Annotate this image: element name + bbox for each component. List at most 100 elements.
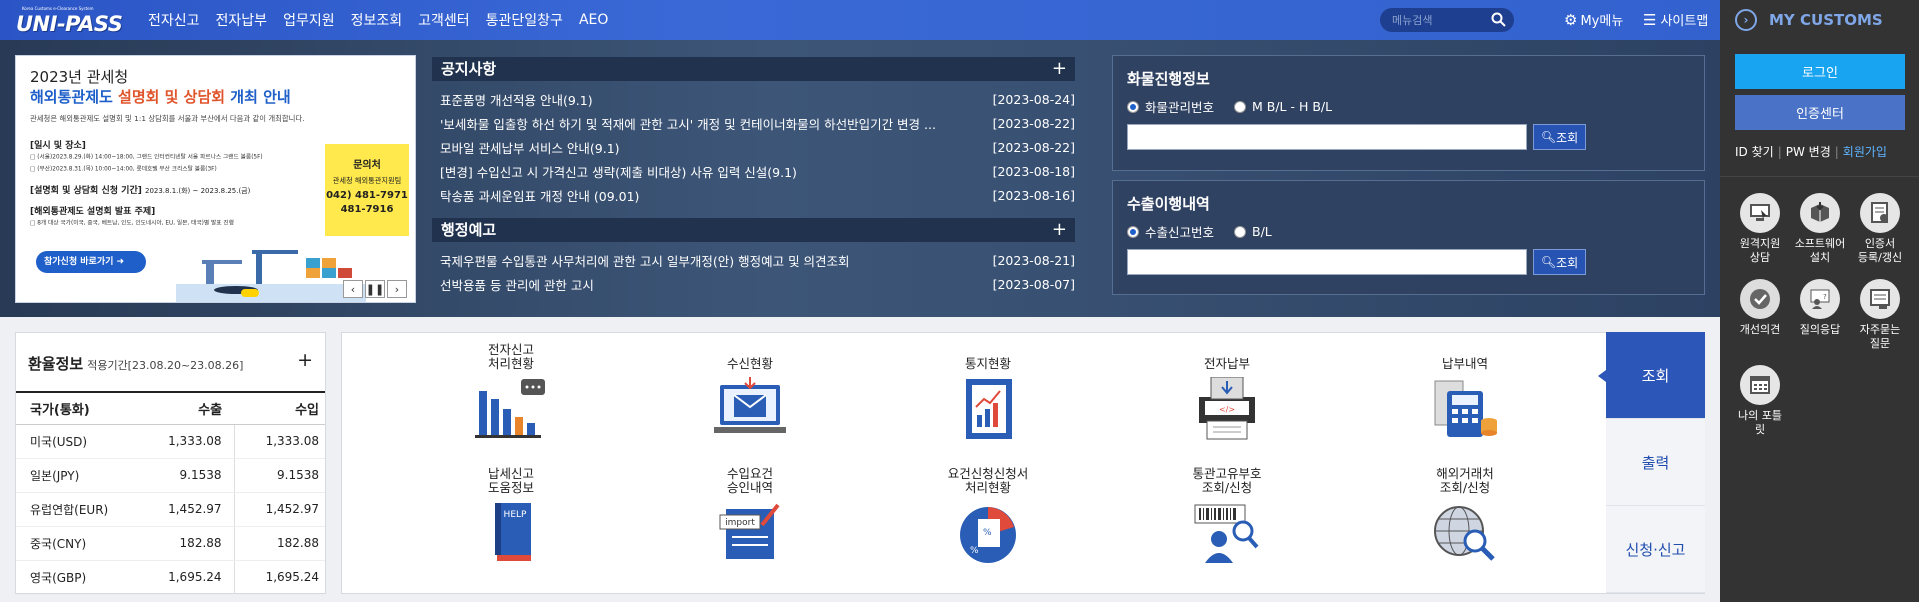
quick-faq[interactable]: 자주묻는 질문 xyxy=(1849,279,1911,351)
my-customs-toggle[interactable]: › MY CUSTOMS xyxy=(1735,9,1883,31)
banner-section-schedule: [일시 및 장소] xyxy=(30,141,86,151)
join-link[interactable]: 회원가입 xyxy=(1843,145,1887,159)
service-label: 전자신고 처리현황 xyxy=(487,342,534,371)
service-e-payment[interactable]: 전자납부 </> xyxy=(1152,343,1302,441)
service-tabs: 조회 출력 신청·신고 xyxy=(1598,332,1705,594)
login-button[interactable]: 로그인 xyxy=(1735,54,1905,89)
nav-item-e-declaration[interactable]: 전자신고 xyxy=(148,10,200,30)
radio-export-bl[interactable] xyxy=(1234,225,1247,238)
radio-export-number[interactable] xyxy=(1127,225,1139,238)
banner-topics-line: □ 8개 대상 국가(미국, 중국, 베트남, 인도, 인도네시아, EU, 일… xyxy=(30,219,234,227)
notice-item[interactable]: 탁송품 과세운임표 개정 안내 (09.01) [2023-08-16] xyxy=(432,183,1075,207)
exchange-rate-title: 환율정보 적용기간[23.08.20~23.08.26] xyxy=(28,355,244,373)
quick-suggestion[interactable]: 개선의견 xyxy=(1729,279,1791,337)
my-customs-title: MY CUSTOMS xyxy=(1769,11,1883,29)
service-payment-history[interactable]: 납부내역 xyxy=(1390,343,1540,441)
banner-schedule-busan: □ (부산)2023.8.31.(목) 10:00~14:00, 롯데호텔 부산… xyxy=(30,165,217,173)
quick-cert-register[interactable]: 인증서 등록/갱신 xyxy=(1849,193,1911,265)
banner-schedule-seoul: □ (서울)2023.8.29.(화) 14:00~18:00, 그랜드 인터컨… xyxy=(30,153,263,161)
banner-contact-org: 관세청 해외통관지원팀 xyxy=(332,176,402,185)
quick-qna[interactable]: ? 질의응답 xyxy=(1789,279,1851,337)
nav-item-single-window[interactable]: 통관단일창구 xyxy=(486,10,563,30)
export-number-input[interactable] xyxy=(1127,249,1527,275)
notice-item[interactable]: [변경] 수입신고 시 가격신고 생략(제출 비대상) 사유 입력 신설(9.1… xyxy=(432,159,1075,183)
column-header: 수입 xyxy=(234,391,325,425)
notice-item[interactable]: 표준품명 개선적용 안내(9.1) [2023-08-24] xyxy=(432,87,1075,111)
tab-lookup[interactable]: 조회 xyxy=(1598,332,1705,419)
service-receipt-status[interactable]: 수신현황 xyxy=(675,343,825,441)
id-find-link[interactable]: ID 찾기 xyxy=(1735,145,1774,159)
next-slide-icon[interactable]: › xyxy=(387,280,407,298)
quick-my-portlet[interactable]: 나의 포틀 릿 xyxy=(1729,365,1791,437)
service-e-declaration-status[interactable]: 전자신고 처리현황 xyxy=(436,343,586,441)
table-row: 일본(JPY) 9.1538 9.1538 xyxy=(16,458,325,493)
qna-person-icon: ? xyxy=(1800,279,1840,319)
percent-chart-icon: %% xyxy=(960,507,1016,563)
svg-text:</>: </> xyxy=(1219,405,1235,414)
export-tracking-title: 수출이행내역 xyxy=(1127,195,1210,213)
menu-search-input[interactable] xyxy=(1392,11,1488,29)
notice-list: 표준품명 개선적용 안내(9.1) [2023-08-24] '보세화물 입출항 … xyxy=(432,87,1075,207)
service-notice-status[interactable]: 통지현황 xyxy=(913,343,1063,441)
service-label: 요건신청신청서 처리현황 xyxy=(947,466,1029,495)
cargo-tracking-box: 화물진행정보 화물관리번호 M B/L - H B/L 🔍︎ 조회 xyxy=(1112,55,1705,171)
quick-label: 질의응답 xyxy=(1799,323,1841,336)
radio-cargo-number-label: 화물관리번호 xyxy=(1145,100,1215,115)
admin-notice-list: 국제우편물 수입통관 사무처리에 관한 고시 일부개정(안) 행정예고 및 의견… xyxy=(432,248,1075,296)
radio-cargo-number[interactable] xyxy=(1127,100,1139,113)
cert-center-button[interactable]: 인증센터 xyxy=(1735,95,1905,130)
globe-search-icon xyxy=(1434,506,1495,561)
nav-item-aeo[interactable]: AEO xyxy=(579,12,608,28)
prev-slide-icon[interactable]: ‹ xyxy=(343,280,363,298)
quick-remote-support[interactable]: 원격지원 상담 xyxy=(1729,193,1791,265)
export-search-button[interactable]: 🔍︎ 조회 xyxy=(1533,249,1586,275)
service-requirement-status[interactable]: 요건신청신청서 처리현황 %% xyxy=(913,467,1063,565)
faq-list-icon xyxy=(1860,279,1900,319)
top-navigation-bar: Korea Customs e-Clearance System UNI-PAS… xyxy=(0,0,1720,40)
help-book-icon: HELP xyxy=(495,503,531,561)
banner-contact-title: 문의처 xyxy=(353,160,381,171)
promo-banner[interactable]: 2023년 관세청 해외통관제도 설명회 및 상담회 개최 안내 관세청은 해외… xyxy=(15,55,416,303)
column-header: 국가(통화) xyxy=(16,391,134,425)
sidebar-divider xyxy=(1720,176,1919,177)
import-document-icon: import xyxy=(719,503,780,559)
nav-item-work-support[interactable]: 업무지원 xyxy=(283,10,335,30)
admin-notice-header: 행정예고 + xyxy=(432,218,1075,242)
my-customs-sidebar: › MY CUSTOMS 로그인 인증센터 ID 찾기 | PW 변경 | 회원가입 원… xyxy=(1720,0,1919,602)
check-circle-icon xyxy=(1740,279,1780,319)
sitemap-button[interactable]: ☰ 사이트맵 xyxy=(1643,10,1708,30)
service-customs-code[interactable]: 통관고유부호 조회/신청 xyxy=(1152,467,1302,565)
tab-print[interactable]: 출력 xyxy=(1606,419,1705,506)
admin-notice-more-button[interactable]: + xyxy=(1052,218,1067,242)
pause-icon[interactable]: ❚❚ xyxy=(365,280,385,298)
main-nav: 전자신고 전자납부 업무지원 정보조회 고객센터 통관단일창구 AEO xyxy=(148,0,624,40)
tab-apply[interactable]: 신청·신고 xyxy=(1606,506,1705,593)
nav-item-e-payment[interactable]: 전자납부 xyxy=(216,10,268,30)
notice-item[interactable]: '보세화물 입출항 하선 하기 및 적재에 관한 고시' 개정 및 컨테이너화물… xyxy=(432,111,1075,135)
radio-bl[interactable] xyxy=(1234,100,1247,113)
exchange-rate-more-button[interactable]: + xyxy=(297,349,313,371)
service-import-approval[interactable]: 수입요건 승인내역 import xyxy=(675,467,825,565)
admin-notice-item[interactable]: 선박용품 등 관리에 관한 고시 [2023-08-07] xyxy=(432,272,1075,296)
search-icon[interactable] xyxy=(1491,12,1506,31)
admin-notice-item[interactable]: 국제우편물 수입통관 사무처리에 관한 고시 일부개정(안) 행정예고 및 의견… xyxy=(432,248,1075,272)
search-icon: 🔍︎ xyxy=(1540,255,1557,269)
my-menu-button[interactable]: ⚙ My메뉴 xyxy=(1564,10,1623,30)
quick-software-install[interactable]: 소프트웨어 설치 xyxy=(1789,193,1851,265)
nav-item-info-lookup[interactable]: 정보조회 xyxy=(351,10,403,30)
apply-shortcut-button[interactable]: 참가신청 바로가기 ➜ xyxy=(36,251,146,273)
notice-item[interactable]: 모바일 관세납부 서비스 안내(9.1) [2023-08-22] xyxy=(432,135,1075,159)
notice-more-button[interactable]: + xyxy=(1052,57,1067,81)
pw-change-link[interactable]: PW 변경 xyxy=(1786,145,1831,159)
nav-item-customer-center[interactable]: 고객센터 xyxy=(418,10,470,30)
slide-indicator[interactable] xyxy=(241,289,259,297)
cargo-search-button[interactable]: 🔍︎ 조회 xyxy=(1533,124,1586,150)
cargo-number-input[interactable] xyxy=(1127,124,1527,150)
port-illustration xyxy=(176,250,366,302)
hamburger-icon: ☰ xyxy=(1643,10,1657,29)
chevron-right-icon: › xyxy=(1735,9,1757,31)
service-overseas-partner[interactable]: 해외거래처 조회/신청 xyxy=(1390,467,1540,565)
unipass-logo[interactable]: Korea Customs e-Clearance System UNI-PAS… xyxy=(16,6,123,36)
service-tax-help[interactable]: 납세신고 도움정보 HELP xyxy=(436,467,586,565)
cargo-search-type: 화물관리번호 M B/L - H B/L xyxy=(1127,97,1690,116)
